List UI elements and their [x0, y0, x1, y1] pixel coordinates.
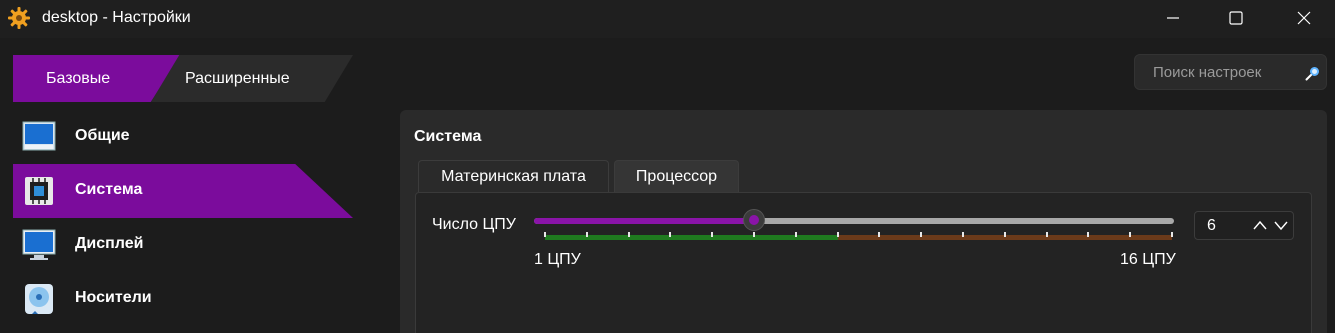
close-icon — [1297, 11, 1311, 25]
cpu-min-label: 1 ЦПУ — [534, 251, 581, 268]
sidebar-item-general[interactable]: Общие — [13, 110, 353, 164]
search-input[interactable]: Поиск настроек — [1134, 54, 1327, 90]
sidebar-item-storage[interactable]: Носители — [13, 272, 353, 326]
mode-tabs: Базовые Расширенные — [13, 55, 353, 102]
minimize-icon — [1167, 17, 1179, 19]
minimize-button[interactable] — [1142, 0, 1204, 36]
tab-processor-label: Процессор — [635, 167, 718, 185]
panel-title: Система — [414, 128, 482, 145]
scale-tick — [920, 232, 923, 237]
cpu-count-spinbox[interactable]: 6 — [1194, 211, 1294, 240]
chevron-up-icon — [1253, 220, 1267, 230]
tab-motherboard[interactable]: Материнская плата — [418, 160, 609, 192]
cpu-slider-handle-dot — [749, 215, 759, 225]
scale-tick — [1087, 232, 1090, 237]
scale-tick — [627, 232, 630, 237]
cpu-count-value: 6 — [1207, 217, 1216, 234]
tab-processor[interactable]: Процессор — [614, 160, 739, 192]
scale-tick — [1045, 232, 1048, 237]
maximize-button[interactable] — [1205, 0, 1267, 36]
mode-tab-advanced[interactable]: Расширенные — [151, 55, 353, 102]
chip-icon — [25, 177, 53, 205]
spin-down-button[interactable] — [1271, 215, 1291, 235]
maximize-icon — [1229, 11, 1243, 25]
scale-tick — [1129, 232, 1132, 237]
sidebar-item-label: Носители — [75, 289, 152, 306]
chevron-down-icon — [1274, 221, 1288, 231]
cpu-count-label: Число ЦПУ — [432, 216, 516, 233]
search-icon[interactable] — [1305, 65, 1321, 81]
scale-tick — [669, 232, 672, 237]
scale-tick — [585, 232, 588, 237]
sidebar-item-label: Система — [75, 181, 143, 198]
processor-tab-body: Число ЦПУ 1 ЦПУ 16 ЦПУ 6 — [415, 192, 1312, 333]
display-icon — [22, 229, 56, 260]
cpu-slider-scale — [544, 232, 1173, 240]
scale-tick — [1171, 232, 1173, 237]
cpu-slider-fill — [534, 218, 748, 224]
scale-tick — [794, 232, 797, 237]
scale-tick — [878, 232, 881, 237]
sidebar-item-system[interactable]: Система — [13, 164, 353, 218]
cpu-max-label: 16 ЦПУ — [1120, 251, 1176, 268]
spin-up-button[interactable] — [1250, 215, 1270, 235]
sidebar-item-display[interactable]: Дисплей — [13, 218, 353, 272]
scale-tick — [753, 232, 755, 237]
close-button[interactable] — [1273, 0, 1335, 36]
search-placeholder: Поиск настроек — [1153, 64, 1262, 81]
scale-tick — [1003, 232, 1006, 237]
gear-icon — [8, 7, 30, 29]
scale-tick — [711, 232, 714, 237]
storage-disk-icon — [25, 284, 53, 314]
tab-motherboard-label: Материнская плата — [441, 167, 586, 185]
system-panel: Система Материнская плата Процессор Числ… — [400, 110, 1327, 333]
mode-tab-advanced-label: Расширенные — [185, 69, 290, 87]
mode-tab-basic-label: Базовые — [46, 69, 111, 87]
monitor-general-icon — [22, 121, 56, 151]
scale-tick — [836, 232, 839, 237]
cpu-slider-handle[interactable] — [743, 209, 765, 231]
sidebar-item-label: Общие — [75, 127, 130, 144]
scale-tick — [962, 232, 964, 237]
scale-recommended-range — [545, 235, 838, 240]
sidebar-item-label: Дисплей — [75, 235, 144, 252]
scale-tick — [544, 232, 546, 237]
window-title: desktop - Настройки — [42, 9, 191, 26]
cpu-slider-track[interactable] — [534, 218, 1174, 224]
title-bar: desktop - Настройки — [0, 0, 1335, 38]
